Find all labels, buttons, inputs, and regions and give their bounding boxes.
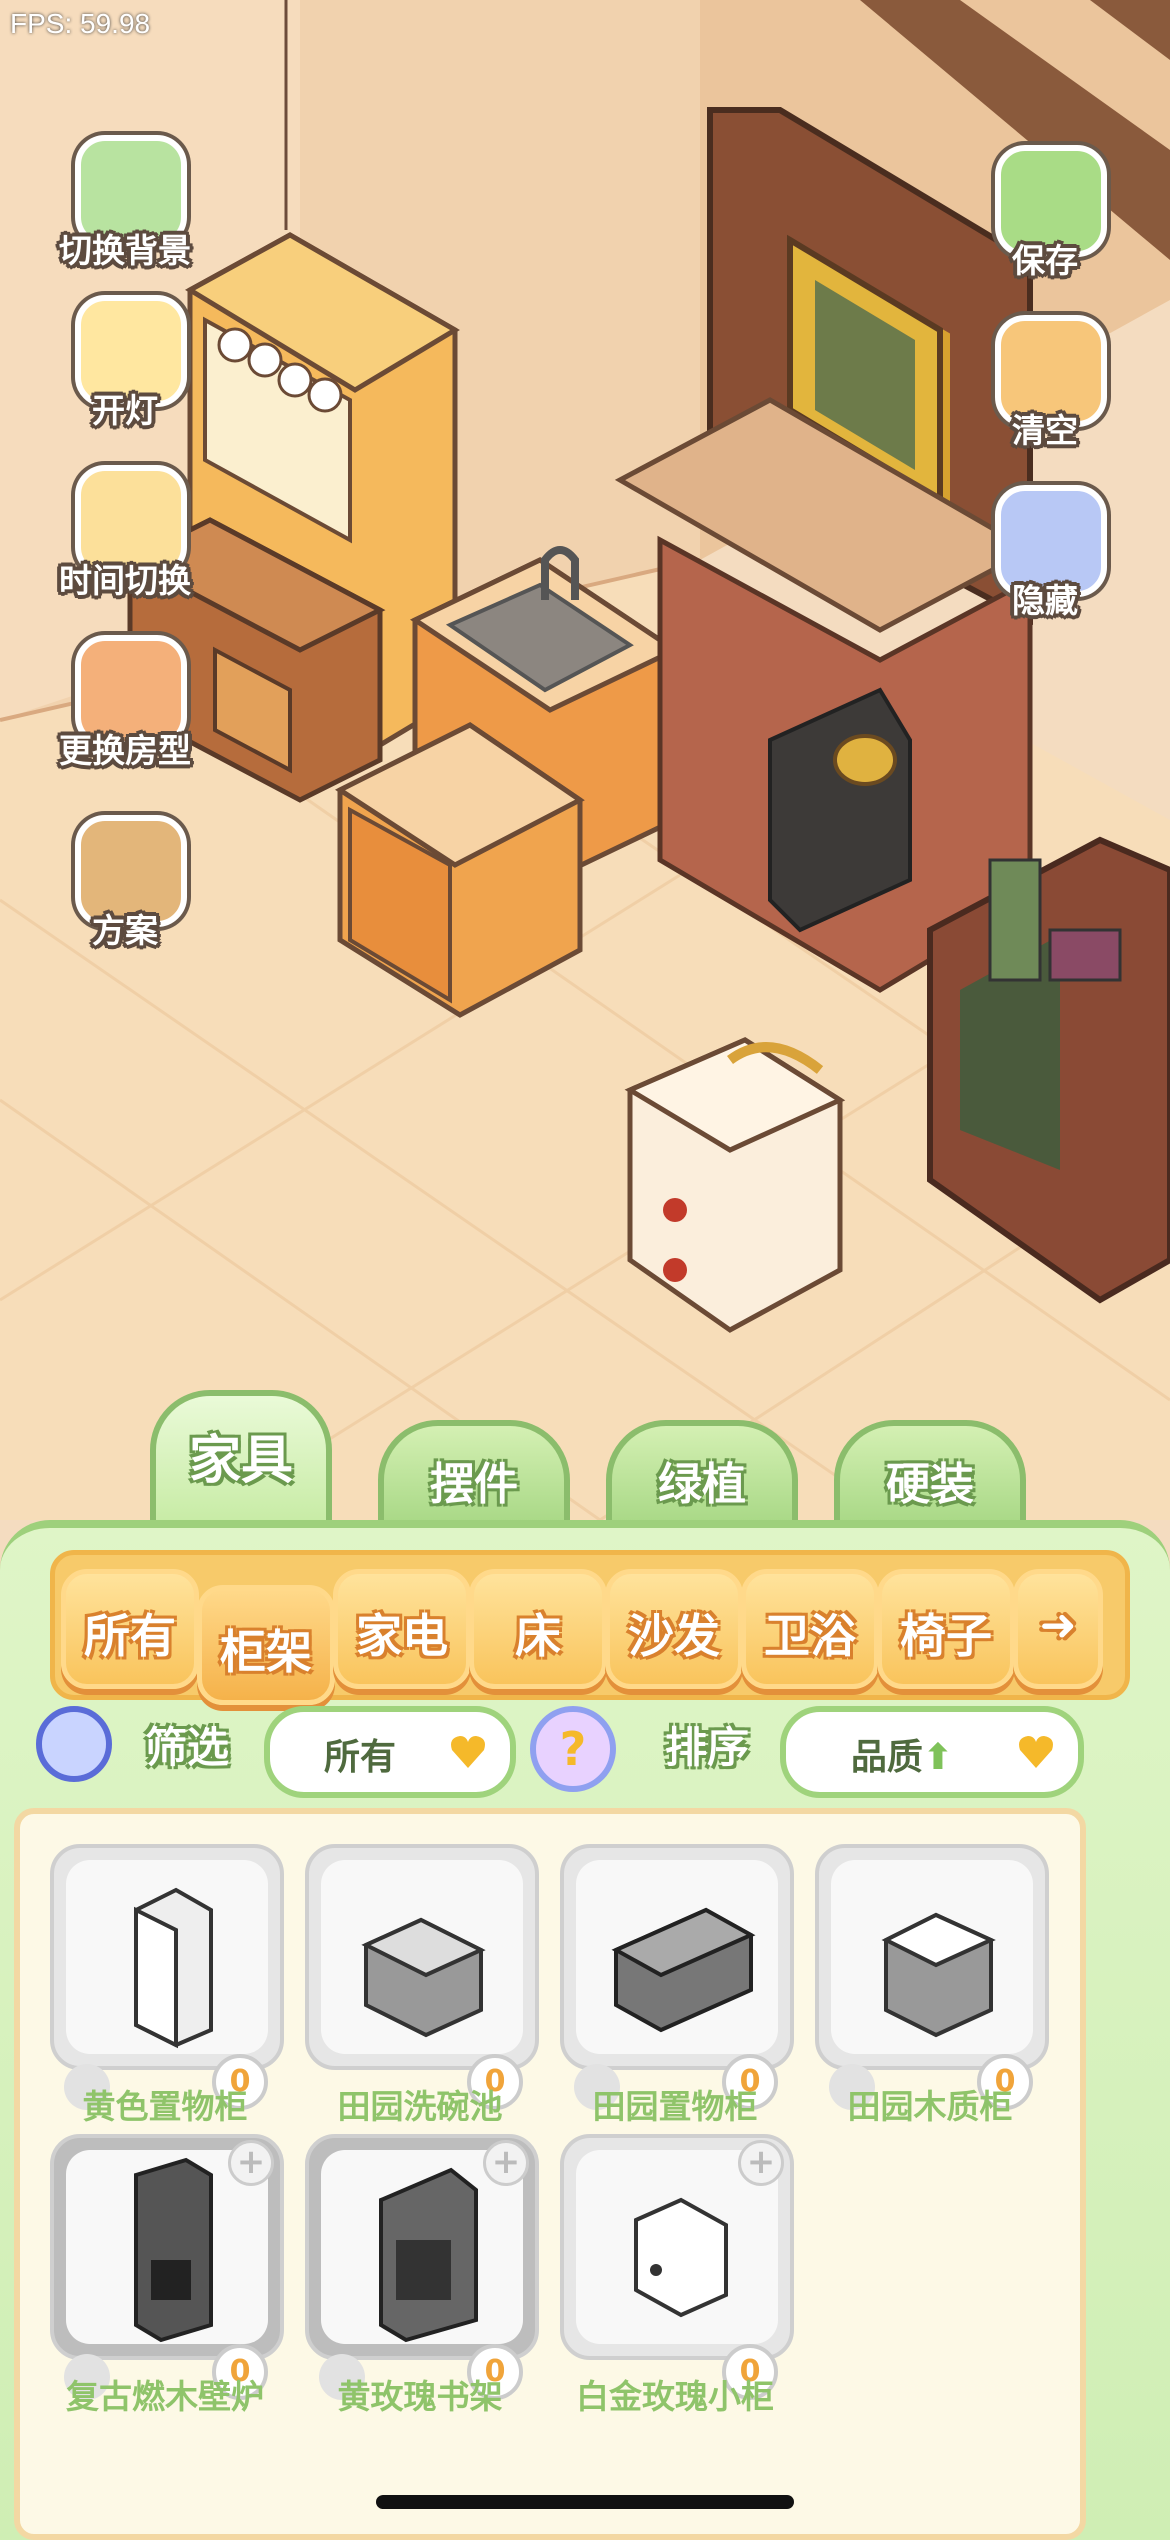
subcategory-bar: 所有 柜架 家电 床 沙发 卫浴 椅子 ➜: [50, 1550, 1130, 1705]
arrow-up-icon: ⬆: [922, 1737, 954, 1778]
item-card[interactable]: 0 黄色置物柜: [50, 1844, 284, 2126]
switch-background-button[interactable]: 切换背景: [50, 130, 200, 280]
plus-icon[interactable]: +: [483, 2140, 529, 2186]
sort-dropdown[interactable]: 品质⬆: [780, 1706, 1084, 1798]
item-card[interactable]: + 0 黄玫瑰书架: [305, 2134, 539, 2416]
furniture-panel: 所有 柜架 家电 床 沙发 卫浴 椅子 ➜ 筛选 所有 ? 排序 品质⬆ 0 黄…: [0, 1520, 1170, 2540]
clear-button[interactable]: 清空: [970, 310, 1120, 460]
wood-cabinet-icon: [881, 1912, 996, 2038]
item-card[interactable]: 0 田园洗碗池: [305, 1844, 539, 2126]
subtab-sofas[interactable]: 沙发: [605, 1569, 743, 1689]
yellow-cabinet-icon: [134, 1887, 213, 2049]
save-button[interactable]: 保存: [970, 140, 1120, 290]
help-icon[interactable]: ?: [530, 1706, 616, 1792]
item-card[interactable]: + 0 复古燃木壁炉: [50, 2134, 284, 2416]
fps-counter: FPS: 59.98: [10, 8, 151, 39]
home-indicator[interactable]: [376, 2495, 794, 2509]
item-card[interactable]: 0 田园置物柜: [560, 1844, 794, 2126]
change-room-type-button[interactable]: 更换房型: [50, 630, 200, 780]
rustic-shelf-icon: [611, 1907, 756, 2033]
sort-label: 排序: [665, 1723, 750, 1772]
plus-icon[interactable]: +: [738, 2140, 784, 2186]
search-icon[interactable]: [36, 1706, 112, 1782]
light-toggle-button[interactable]: 开灯: [50, 290, 200, 440]
hide-ui-button[interactable]: 隐藏: [970, 480, 1120, 630]
sink-icon: [361, 1917, 486, 2038]
subtab-shelves[interactable]: 柜架: [197, 1585, 335, 1705]
subtab-bathroom[interactable]: 卫浴: [741, 1569, 879, 1689]
item-card[interactable]: + 0 白金玫瑰小柜: [560, 2134, 794, 2416]
heart-dropdown-icon: [451, 1736, 485, 1768]
heart-dropdown-icon: [1019, 1736, 1053, 1768]
subtab-next-arrow[interactable]: ➜: [1013, 1569, 1103, 1689]
subtab-beds[interactable]: 床: [469, 1569, 607, 1689]
filter-dropdown[interactable]: 所有: [264, 1706, 516, 1798]
arrow-right-icon: ➜: [1039, 1600, 1077, 1651]
subtab-chairs[interactable]: 椅子: [877, 1569, 1015, 1689]
filter-label: 筛选: [145, 1723, 230, 1772]
subtab-all[interactable]: 所有: [61, 1569, 199, 1689]
time-switch-button[interactable]: 时间切换: [50, 460, 200, 610]
subtab-appliances[interactable]: 家电: [333, 1569, 471, 1689]
item-card[interactable]: 0 田园木质柜: [815, 1844, 1049, 2126]
plan-button[interactable]: 方案: [50, 810, 200, 960]
item-grid: 0 黄色置物柜 0 田园洗碗池 0 田园置物柜 0 田园木质柜 + 0 复古燃木…: [14, 1808, 1086, 2540]
plus-icon[interactable]: +: [228, 2140, 274, 2186]
